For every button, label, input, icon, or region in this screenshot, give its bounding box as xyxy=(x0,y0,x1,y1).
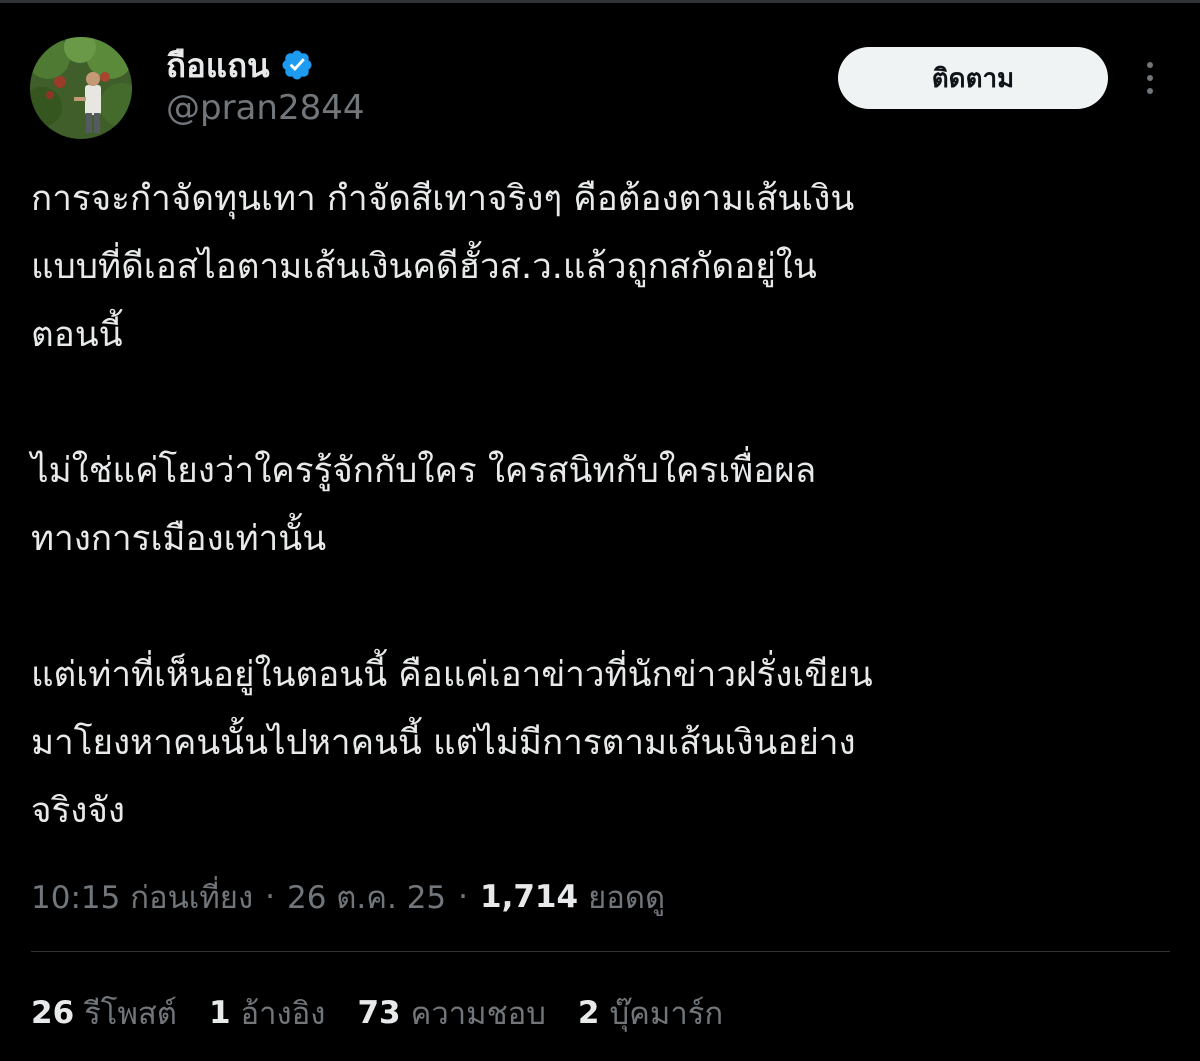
meta-separator: · xyxy=(265,879,275,915)
tweet-line: จริงจัง xyxy=(31,791,125,831)
verified-badge-icon xyxy=(282,50,312,80)
author-handle[interactable]: @pran2844 xyxy=(166,88,364,128)
tweet-line: ตอนนี้ xyxy=(31,315,123,355)
bookmarks-stat[interactable]: 2 บุ๊คมาร์ก xyxy=(578,988,723,1038)
tweet-paragraph: การจะกำจัดทุนเทา กำจัดสีเทาจริงๆ คือต้อง… xyxy=(31,165,1171,369)
views-count: 1,714 xyxy=(480,879,579,915)
tweet-line: ไม่ใช่แค่โยงว่าใครรู้จักกับใคร ใครสนิทกั… xyxy=(31,451,817,491)
tweet-line: ทางการเมืองเท่านั้น xyxy=(31,519,327,559)
follow-button[interactable]: ติดตาม xyxy=(838,47,1108,109)
tweet-time[interactable]: 10:15 ก่อนเที่ยง xyxy=(31,872,253,922)
avatar-photo xyxy=(30,37,132,139)
reposts-count: 26 xyxy=(31,995,75,1031)
bookmarks-label: บุ๊คมาร์ก xyxy=(609,996,724,1032)
quotes-label: อ้างอิง xyxy=(240,996,326,1032)
divider xyxy=(31,951,1170,952)
reposts-stat[interactable]: 26 รีโพสต์ xyxy=(31,988,177,1038)
more-dot xyxy=(1147,88,1153,94)
tweet-paragraph: ไม่ใช่แค่โยงว่าใครรู้จักกับใคร ใครสนิทกั… xyxy=(31,437,1171,573)
tweet-line: แต่เท่าที่เห็นอยู่ในตอนนี้ คือแค่เอาข่าว… xyxy=(31,655,873,695)
quotes-stat[interactable]: 1 อ้างอิง xyxy=(209,988,326,1038)
tweet-line: การจะกำจัดทุนเทา กำจัดสีเทาจริงๆ คือต้อง… xyxy=(31,179,855,219)
more-dots-vertical-icon[interactable] xyxy=(1130,56,1170,100)
engagement-stats: 26 รีโพสต์ 1 อ้างอิง 73 ความชอบ 2 บุ๊คมา… xyxy=(31,986,755,1040)
more-dot xyxy=(1147,75,1153,81)
meta-separator: · xyxy=(458,879,469,915)
views-label: ยอดดู xyxy=(588,880,666,916)
tweet-line: แบบที่ดีเอสไอตามเส้นเงินคดีฮั้วส.ว.แล้วถ… xyxy=(31,247,817,287)
quotes-count: 1 xyxy=(208,995,231,1031)
display-name[interactable]: ถือแถน xyxy=(166,39,270,92)
tweet-text: การจะกำจัดทุนเทา กำจัดสีเทาจริงๆ คือต้อง… xyxy=(31,165,1171,845)
tweet-paragraph: แต่เท่าที่เห็นอยู่ในตอนนี้ คือแค่เอาข่าว… xyxy=(31,641,1171,845)
more-dot xyxy=(1147,62,1153,68)
likes-stat[interactable]: 73 ความชอบ xyxy=(357,988,545,1038)
reposts-label: รีโพสต์ xyxy=(84,996,177,1032)
tweet-line: มาโยงหาคนนั้นไปหาคนนี้ แต่ไม่มีการตามเส้… xyxy=(31,723,856,763)
avatar[interactable] xyxy=(30,37,132,139)
tweet-meta: 10:15 ก่อนเที่ยง · 26 ต.ค. 25 · 1,714 ยอ… xyxy=(31,870,665,924)
top-border xyxy=(0,0,1200,3)
tweet-date[interactable]: 26 ต.ค. 25 xyxy=(287,872,446,922)
bookmarks-count: 2 xyxy=(577,995,600,1031)
author-name-row[interactable]: ถือแถน xyxy=(166,40,314,90)
likes-label: ความชอบ xyxy=(410,996,546,1032)
likes-count: 73 xyxy=(357,995,401,1031)
